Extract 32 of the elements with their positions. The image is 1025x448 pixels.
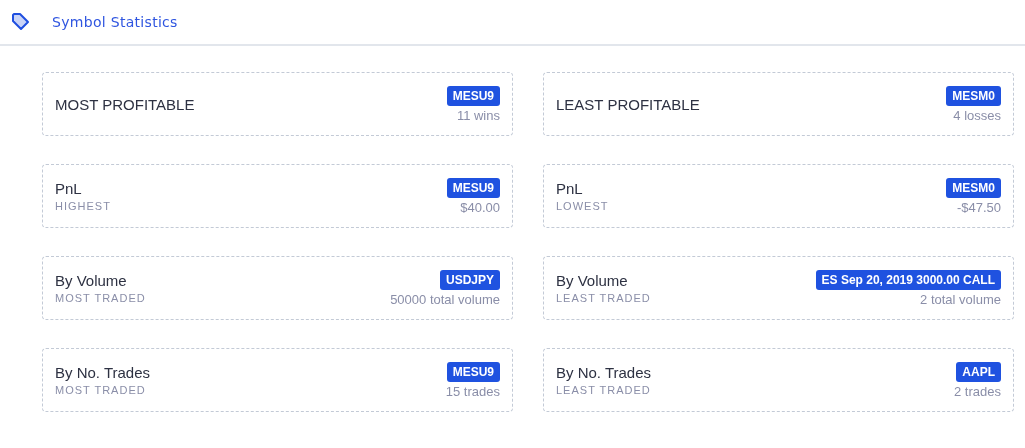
stat-detail: 15 trades: [445, 383, 500, 399]
stat-detail: 11 wins: [456, 107, 500, 123]
stat-subtitle: MOST TRADED: [55, 292, 146, 304]
symbol-badge: MESM0: [946, 177, 1001, 198]
symbol-badge: MESU9: [446, 177, 500, 198]
stat-subtitle: HIGHEST: [55, 200, 111, 212]
stat-subtitle: LOWEST: [556, 200, 609, 212]
symbol-badge: MESM0: [946, 85, 1001, 106]
page-title: Symbol Statistics: [52, 14, 178, 30]
stat-subtitle: LEAST TRADED: [556, 384, 652, 396]
symbol-badge: MESU9: [446, 361, 500, 382]
symbol-badge: AAPL: [956, 361, 1001, 382]
symbol-badge: MESU9: [446, 85, 500, 106]
stat-subtitle: MOST TRADED: [55, 384, 147, 396]
symbol-badge: USDJPY: [439, 269, 500, 290]
stat-title: PnL: [556, 180, 584, 197]
stat-detail: -$47.50: [956, 199, 1001, 215]
stat-subtitle: LEAST TRADED: [556, 292, 651, 304]
stat-detail: 2 total volume: [920, 291, 1001, 307]
stat-title: By No. Trades: [556, 364, 652, 381]
stat-title: LEAST PROFITABLE: [556, 95, 700, 113]
stat-detail: 2 trades: [954, 383, 1001, 399]
tag-icon: [11, 12, 31, 32]
stat-title: By No. Trades: [55, 364, 151, 381]
stat-title: MOST PROFITABLE: [55, 95, 195, 113]
stat-title: By Volume: [556, 272, 629, 289]
stat-detail: $40.00: [460, 199, 500, 215]
symbol-badge: ES Sep 20, 2019 3000.00 CALL: [815, 269, 1001, 290]
stat-detail: 50000 total volume: [390, 291, 500, 307]
stat-detail: 4 losses: [953, 107, 1001, 123]
stat-title: By Volume: [55, 272, 128, 289]
stat-title: PnL: [55, 180, 83, 197]
